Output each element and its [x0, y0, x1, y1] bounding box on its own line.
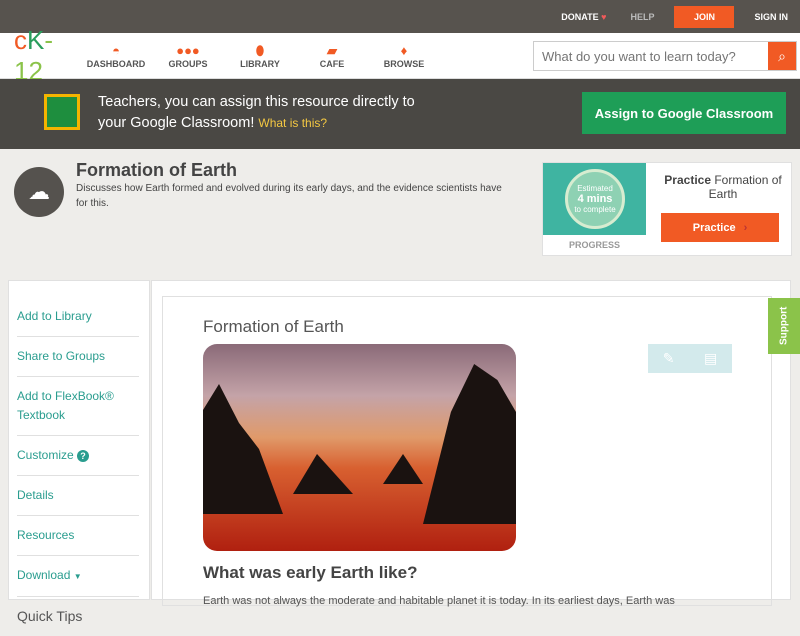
search-button[interactable]: ⌕: [768, 42, 796, 70]
assign-google-classroom-button[interactable]: Assign to Google Classroom: [582, 92, 786, 134]
sidebar: Add to Library Share to Groups Add to Fl…: [8, 280, 150, 624]
section-heading: What was early Earth like?: [203, 563, 418, 582]
download-link[interactable]: Download ▼: [17, 556, 139, 597]
what-is-this-link[interactable]: What is this?: [258, 116, 327, 130]
resources-link[interactable]: Resources: [17, 516, 139, 556]
nav-dashboard[interactable]: ◓ DASHBOARD: [80, 43, 152, 69]
lesson-description: Discusses how Earth formed and evolved d…: [76, 183, 502, 209]
nav-library[interactable]: ⬮ LIBRARY: [224, 43, 296, 69]
gauge-icon: ◓: [112, 42, 120, 58]
heart-icon: ♥: [601, 11, 607, 22]
top-bar: DONATE ♥ HELP JOIN SIGN IN: [0, 0, 800, 33]
section-paragraph: Earth was not always the moderate and ha…: [203, 595, 675, 607]
google-classroom-banner: Teachers, you can assign this resource d…: [0, 79, 800, 149]
search-input[interactable]: [534, 42, 768, 70]
lava-landscape-image: [203, 344, 516, 551]
nav-browse[interactable]: ♦ BROWSE: [368, 43, 440, 69]
chevron-right-icon: ›: [743, 221, 748, 234]
donate-link[interactable]: DONATE ♥: [549, 12, 618, 22]
quick-tips-heading: Quick Tips: [17, 608, 83, 624]
weather-storm-icon: ☁: [14, 167, 64, 217]
help-icon: ?: [77, 450, 90, 462]
content-area: Formation of Earth ✎ ▤ What was early Ear…: [151, 280, 791, 607]
lightbulb-icon: ♦: [400, 42, 408, 58]
join-button[interactable]: JOIN: [674, 5, 735, 28]
nav-cafe[interactable]: ▰ CAFE: [296, 43, 368, 69]
pencil-icon[interactable]: ✎: [663, 350, 675, 367]
content-title: Formation of Earth: [203, 317, 344, 336]
practice-card: Estimated 4 mins to complete PROGRESS Prac…: [542, 162, 792, 256]
details-link[interactable]: Details: [17, 476, 139, 516]
lesson-header: ☁ Formation of Earth Discusses how Earth…: [0, 149, 800, 277]
share-to-groups-link[interactable]: Share to Groups: [17, 337, 139, 377]
search-icon: ⌕: [778, 47, 786, 64]
backpack-icon: ⬮: [255, 42, 265, 58]
nav-groups[interactable]: ●●● GROUPS: [152, 43, 224, 69]
ck12-logo[interactable]: cK-12: [14, 25, 80, 87]
add-to-flexbook-link[interactable]: Add to FlexBook® Textbook: [17, 377, 139, 436]
add-to-library-link[interactable]: Add to Library: [17, 297, 139, 337]
chat-icon: ▰: [327, 42, 337, 58]
caret-down-icon: ▼: [73, 572, 82, 581]
support-tab[interactable]: Support: [768, 298, 800, 354]
practice-button[interactable]: Practice ›: [661, 213, 779, 242]
practice-title: Practice Formation of Earth: [664, 173, 782, 201]
page-title: Formation of Earth: [76, 160, 237, 180]
groups-icon: ●●●: [176, 42, 200, 58]
sign-in-link[interactable]: SIGN IN: [742, 12, 800, 22]
customize-link[interactable]: Customize ?: [17, 436, 139, 476]
google-classroom-icon: [44, 94, 80, 130]
progress-image: Estimated 4 mins to complete: [543, 163, 646, 235]
search-bar: ⌕: [533, 41, 797, 71]
notes-icon[interactable]: ▤: [704, 350, 717, 367]
help-link[interactable]: HELP: [618, 12, 666, 22]
content-tools: ✎ ▤: [648, 344, 732, 373]
progress-label: PROGRESS: [568, 240, 620, 250]
